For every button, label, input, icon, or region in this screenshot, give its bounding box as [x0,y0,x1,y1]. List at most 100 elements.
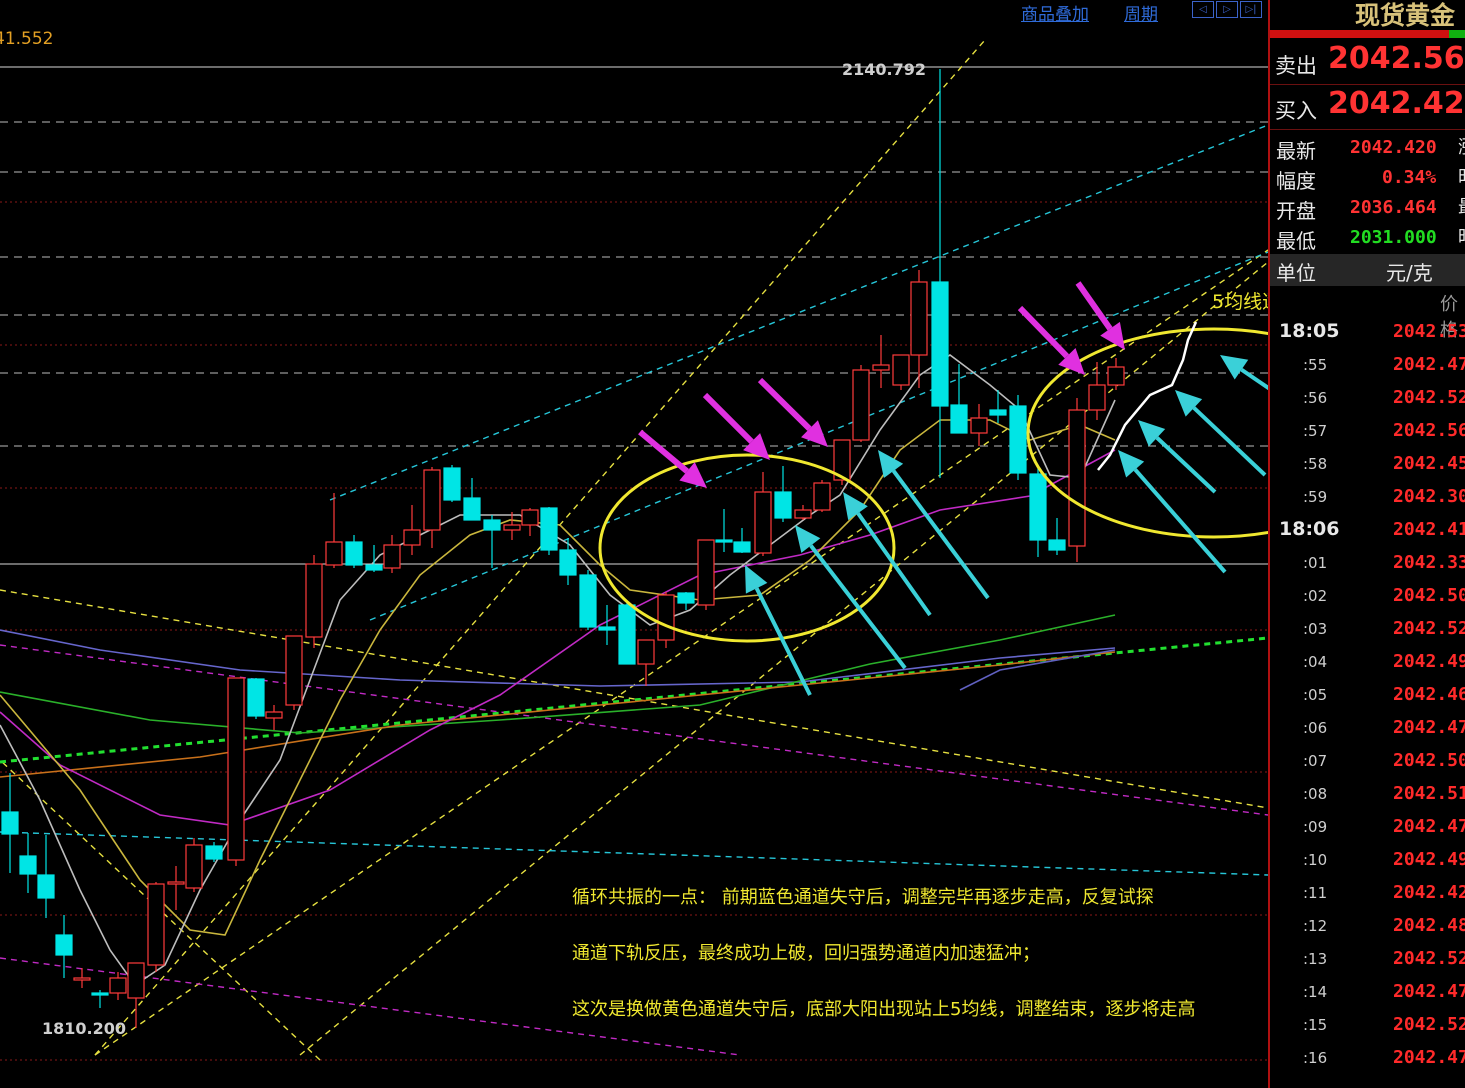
cyan-arrow [1240,367,1268,391]
magenta-arrow [1075,281,1113,331]
tick-price: 2042.46 [1393,684,1465,705]
tick-time: :13 [1303,950,1328,968]
nav-prev-icon[interactable]: ◁ [1192,1,1214,18]
period-link[interactable]: 周期 [1124,0,1158,25]
tick-price: 2042.33 [1393,552,1465,573]
tick-row[interactable]: :02 2042.50 [1270,582,1465,615]
tick-time: 18:05 [1279,320,1340,342]
annotation-line-3: 这次是换做黄色通道失守后，底部大阳出现站上5均线，调整结束，逐步将走高 [572,999,1195,1020]
candle-body [185,844,203,889]
candle-body [325,541,343,566]
candle-body [147,883,165,966]
tick-time: :02 [1303,587,1328,605]
tick-time: 18:06 [1279,518,1340,540]
cyan-arrow-head [1220,355,1249,380]
candle-body [483,519,501,531]
candlestick-chart[interactable]: 41.552 2140.792 1810.200 5均线逐步会上移 循环共振的一… [0,0,1268,1088]
tick-row[interactable]: :10 2042.49 [1270,846,1465,879]
info-cut-label: 涨 [1458,133,1465,159]
tick-row[interactable]: :59 2042.30 [1270,483,1465,516]
title-underline [1270,30,1465,38]
candle-body [1088,384,1106,411]
tick-price: 2042.49 [1393,849,1465,870]
tick-time: :56 [1303,389,1328,407]
tick-row[interactable]: :11 2042.42 [1270,879,1465,912]
corner-price-value: 41.552 [0,29,53,49]
tick-row[interactable]: :55 2042.47 [1270,351,1465,384]
ma-line [0,449,1116,826]
candle-body [1009,405,1027,474]
tick-time: :03 [1303,620,1328,638]
tick-time: :15 [1303,1016,1328,1034]
tick-row[interactable]: :03 2042.52 [1270,615,1465,648]
info-row-latest: 最新 2042.420 涨 [1270,133,1465,163]
candle-body [423,469,441,531]
tick-time: :55 [1303,356,1328,374]
sell-row[interactable]: 卖出 2042.560 [1270,40,1465,85]
tick-row[interactable]: :56 2042.52 [1270,384,1465,417]
ma-line [0,629,1116,687]
sell-value: 2042.560 [1328,41,1465,76]
tick-price: 2042.52 [1393,618,1465,639]
candle-body [1,811,19,835]
info-value: 0.34% [1382,167,1437,188]
tick-price: 2042.53 [1393,321,1465,342]
candle-body [540,507,558,551]
ma-line [0,651,1116,778]
buy-label: 买入 [1275,99,1317,123]
tick-time: :12 [1303,917,1328,935]
candle-body [989,409,1007,416]
nav-next-icon[interactable]: ▷ [1216,1,1238,18]
tick-time: :06 [1303,719,1328,737]
candle-body [733,541,751,553]
tick-row[interactable]: :04 2042.49 [1270,648,1465,681]
candle-body [345,541,363,566]
tick-time: :07 [1303,752,1328,770]
candle-body [910,281,928,356]
tick-row[interactable]: :08 2042.51 [1270,780,1465,813]
buy-row[interactable]: 买入 2042.420 [1270,85,1465,130]
tick-row[interactable]: :01 2042.33 [1270,549,1465,582]
tick-time: :05 [1303,686,1328,704]
tick-row[interactable]: :13 2042.52 [1270,945,1465,978]
annotation-line-1: 循环共振的一点： 前期蓝色通道失守后，调整完毕再逐步走高，反复试探 [572,887,1154,908]
tick-row[interactable]: :12 2042.48 [1270,912,1465,945]
info-cut-label: 昨 [1458,223,1465,249]
candle-body [1068,409,1086,547]
tick-price: 2042.51 [1393,783,1465,804]
candle-body [931,281,949,407]
tick-time: :59 [1303,488,1328,506]
tick-row[interactable]: :16 2042.47 [1270,1044,1465,1077]
tick-price: 2042.45 [1393,453,1465,474]
tick-row[interactable]: :15 2042.52 [1270,1011,1465,1044]
overlay-product-link[interactable]: 商品叠加 [1021,0,1089,25]
candle-body [285,635,303,706]
tick-row[interactable]: :06 2042.47 [1270,714,1465,747]
info-label: 幅度 [1276,169,1316,193]
tick-row[interactable]: 18:05 2042.53 [1270,318,1465,351]
ma-line [0,614,1116,734]
candle-body [247,678,265,717]
info-row-open: 开盘 2036.464 最 [1270,193,1465,223]
candle-body [365,564,383,571]
tick-price: 2042.41 [1393,519,1465,540]
tick-row[interactable]: 18:06 2042.41 [1270,516,1465,549]
tick-row[interactable]: :05 2042.46 [1270,681,1465,714]
tick-row[interactable]: :57 2042.56 [1270,417,1465,450]
tick-price: 2042.47 [1393,354,1465,375]
tick-row[interactable]: :58 2042.45 [1270,450,1465,483]
tick-row[interactable]: :09 2042.47 [1270,813,1465,846]
tick-row[interactable]: :07 2042.50 [1270,747,1465,780]
sell-label: 卖出 [1275,54,1317,78]
info-value: 2031.000 [1350,227,1437,248]
nav-end-icon[interactable]: ▷| [1240,1,1262,18]
tick-time: :58 [1303,455,1328,473]
candle-body [227,677,245,861]
tick-time: :57 [1303,422,1328,440]
buy-value: 2042.420 [1328,86,1465,121]
tick-row[interactable]: :14 2042.47 [1270,978,1465,1011]
tick-time: :10 [1303,851,1328,869]
cyan-arrow-head [795,525,821,553]
candle-body [1029,473,1047,541]
candle-body [715,539,733,543]
